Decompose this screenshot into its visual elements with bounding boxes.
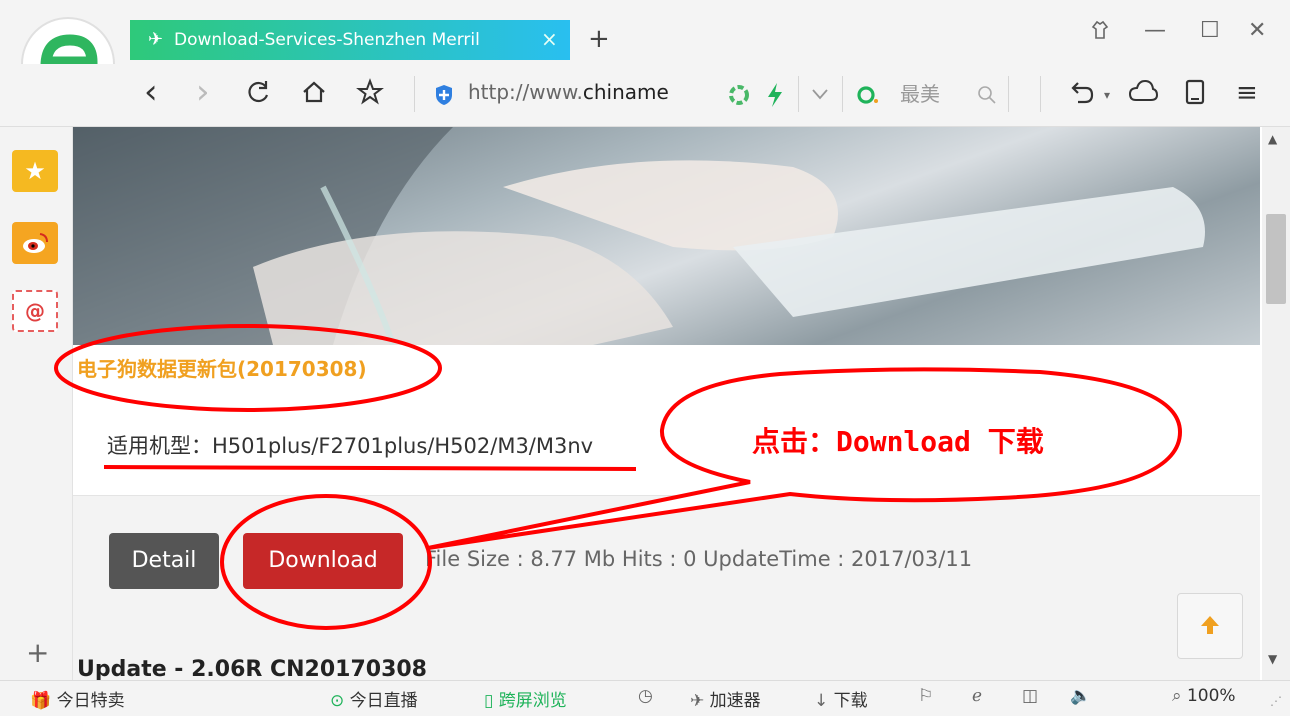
forward-button[interactable]: ›: [196, 72, 210, 112]
security-shield-icon: [434, 84, 454, 110]
separator: [1008, 76, 1009, 112]
separator: [414, 76, 415, 112]
favorite-star-button[interactable]: [356, 78, 384, 113]
rocket-icon: ✈: [690, 691, 705, 711]
window-snap-icon[interactable]: ◫: [1022, 686, 1038, 706]
flag-icon[interactable]: ⚐: [918, 686, 933, 706]
download-status-label: 下载: [833, 691, 868, 711]
minimize-button[interactable]: —: [1144, 18, 1166, 43]
back-to-top-arrow-icon[interactable]: [1177, 593, 1243, 659]
play-circle-icon: ⊙: [330, 691, 345, 711]
sidebar-add-button[interactable]: +: [26, 636, 49, 669]
scroll-up-arrow-icon[interactable]: ▲: [1268, 132, 1277, 146]
package-title[interactable]: 电子狗数据更新包(20170308): [77, 353, 367, 382]
phone-icon: ▯: [484, 691, 494, 711]
cloud-sync-icon[interactable]: [1128, 78, 1159, 111]
undo-close-tab-icon[interactable]: [1066, 78, 1096, 113]
search-text: 最美: [900, 82, 940, 106]
sound-icon[interactable]: 🔈: [1070, 686, 1091, 706]
callout-text: 点击：Download 下载: [752, 425, 1044, 458]
download-item[interactable]: ↓ 下载: [814, 686, 868, 711]
download-button[interactable]: Download: [243, 533, 403, 589]
menu-icon[interactable]: ≡: [1236, 78, 1258, 108]
deals-item[interactable]: 🎁 今日特卖: [30, 686, 125, 711]
live-item[interactable]: ⊙ 今日直播: [330, 686, 418, 711]
accelerator-item[interactable]: ✈ 加速器: [690, 686, 761, 711]
recycle-icon[interactable]: [728, 84, 750, 110]
dropdown-chevron-icon[interactable]: [810, 86, 830, 106]
file-info: File Size : 8.77 Mb Hits : 0 UpdateTime …: [425, 547, 973, 571]
live-label: 今日直播: [349, 691, 418, 711]
tablet-mode-icon[interactable]: [1184, 78, 1206, 113]
page-content: 电子狗数据更新包(20170308) 适用机型：H501plus/F2701pl…: [73, 127, 1260, 680]
separator: [1040, 76, 1041, 112]
search-engine-icon[interactable]: [856, 84, 882, 110]
accelerator-label: 加速器: [709, 691, 761, 711]
tab-close-icon[interactable]: ×: [541, 27, 558, 51]
scroll-down-arrow-icon[interactable]: ▼: [1268, 652, 1277, 666]
tab-title: Download-Services-Shenzhen Merril: [174, 30, 480, 50]
zoom-magnifier-icon: ⌕: [1172, 686, 1182, 706]
address-prefix: http://www.: [468, 80, 583, 104]
undo-dropdown-icon[interactable]: ▾: [1104, 88, 1110, 102]
detail-button[interactable]: Detail: [109, 533, 219, 589]
gift-icon: 🎁: [30, 691, 52, 711]
zoom-label: 100%: [1186, 686, 1236, 706]
favorites-star-icon[interactable]: ★: [12, 150, 58, 192]
vertical-scrollbar[interactable]: [1262, 127, 1290, 680]
active-tab[interactable]: ✈ Download-Services-Shenzhen Merril ×: [130, 20, 570, 60]
mail-at-icon[interactable]: @: [12, 290, 58, 332]
close-window-button[interactable]: ✕: [1248, 18, 1266, 43]
new-tab-button[interactable]: +: [588, 24, 610, 54]
search-box[interactable]: 最美: [900, 78, 940, 107]
address-bar[interactable]: http://www.chiname: [468, 80, 669, 104]
weibo-icon[interactable]: [12, 222, 58, 264]
skin-icon[interactable]: [1088, 18, 1112, 48]
compatible-models: 适用机型：H501plus/F2701plus/H502/M3/M3nv: [107, 434, 594, 458]
resize-grip-icon[interactable]: ⋰: [1270, 694, 1282, 708]
zoom-item[interactable]: ⌕ 100%: [1172, 686, 1236, 706]
home-button[interactable]: [300, 78, 328, 113]
scrollbar-thumb[interactable]: [1266, 214, 1286, 304]
search-icon[interactable]: [976, 84, 998, 110]
history-clock-icon[interactable]: ◷: [638, 686, 653, 706]
ie-mode-icon[interactable]: ℯ: [972, 686, 982, 706]
reload-button[interactable]: [244, 78, 272, 113]
lightning-icon[interactable]: [766, 82, 784, 112]
site-favicon-icon: ✈: [148, 29, 164, 50]
address-domain: chiname: [582, 80, 669, 104]
deals-label: 今日特卖: [56, 691, 125, 711]
banner-image: [73, 127, 1260, 345]
maximize-button[interactable]: ☐: [1200, 18, 1220, 43]
separator: [842, 76, 843, 112]
back-button[interactable]: ‹: [144, 72, 158, 112]
separator: [798, 76, 799, 112]
download-arrow-icon: ↓: [814, 691, 829, 711]
cross-screen-label: 跨屏浏览: [498, 691, 567, 711]
cross-screen-item[interactable]: ▯ 跨屏浏览: [484, 686, 567, 711]
next-item-title[interactable]: Update - 2.06R CN20170308: [77, 657, 427, 680]
left-sidebar: [0, 127, 73, 680]
